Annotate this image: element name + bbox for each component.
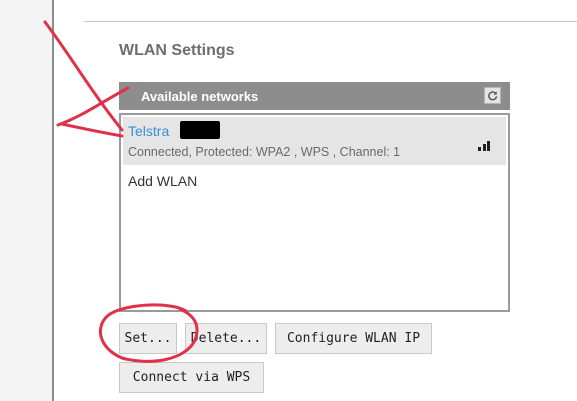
sidebar-divider [52, 0, 54, 401]
signal-bars-icon [478, 141, 490, 151]
connect-via-wps-button[interactable]: Connect via WPS [119, 362, 264, 393]
redaction-block [180, 121, 220, 139]
page-title: WLAN Settings [119, 42, 235, 59]
networks-panel-header: Available networks [119, 82, 510, 110]
annotation-arrow-stroke [43, 20, 124, 132]
header-divider [84, 21, 577, 22]
left-sidebar-strip [0, 0, 52, 401]
annotation-arrow-head-a [56, 86, 130, 127]
network-name: Telstra [128, 123, 170, 139]
delete-button[interactable]: Delete... [185, 323, 267, 354]
annotation-arrow-head-b [60, 122, 124, 138]
refresh-icon [488, 91, 498, 101]
network-status: Connected, Protected: WPA2 , WPS , Chann… [128, 145, 401, 159]
network-row-selected[interactable]: Telstra Connected, Protected: WPA2 , WPS… [123, 117, 506, 165]
add-wlan-item[interactable]: Add WLAN [128, 173, 197, 189]
set-button[interactable]: Set... [119, 323, 177, 354]
configure-wlan-ip-button[interactable]: Configure WLAN IP [275, 323, 432, 354]
refresh-button[interactable] [484, 87, 501, 104]
network-list[interactable]: Telstra Connected, Protected: WPA2 , WPS… [119, 113, 510, 312]
panel-title: Available networks [141, 89, 259, 104]
